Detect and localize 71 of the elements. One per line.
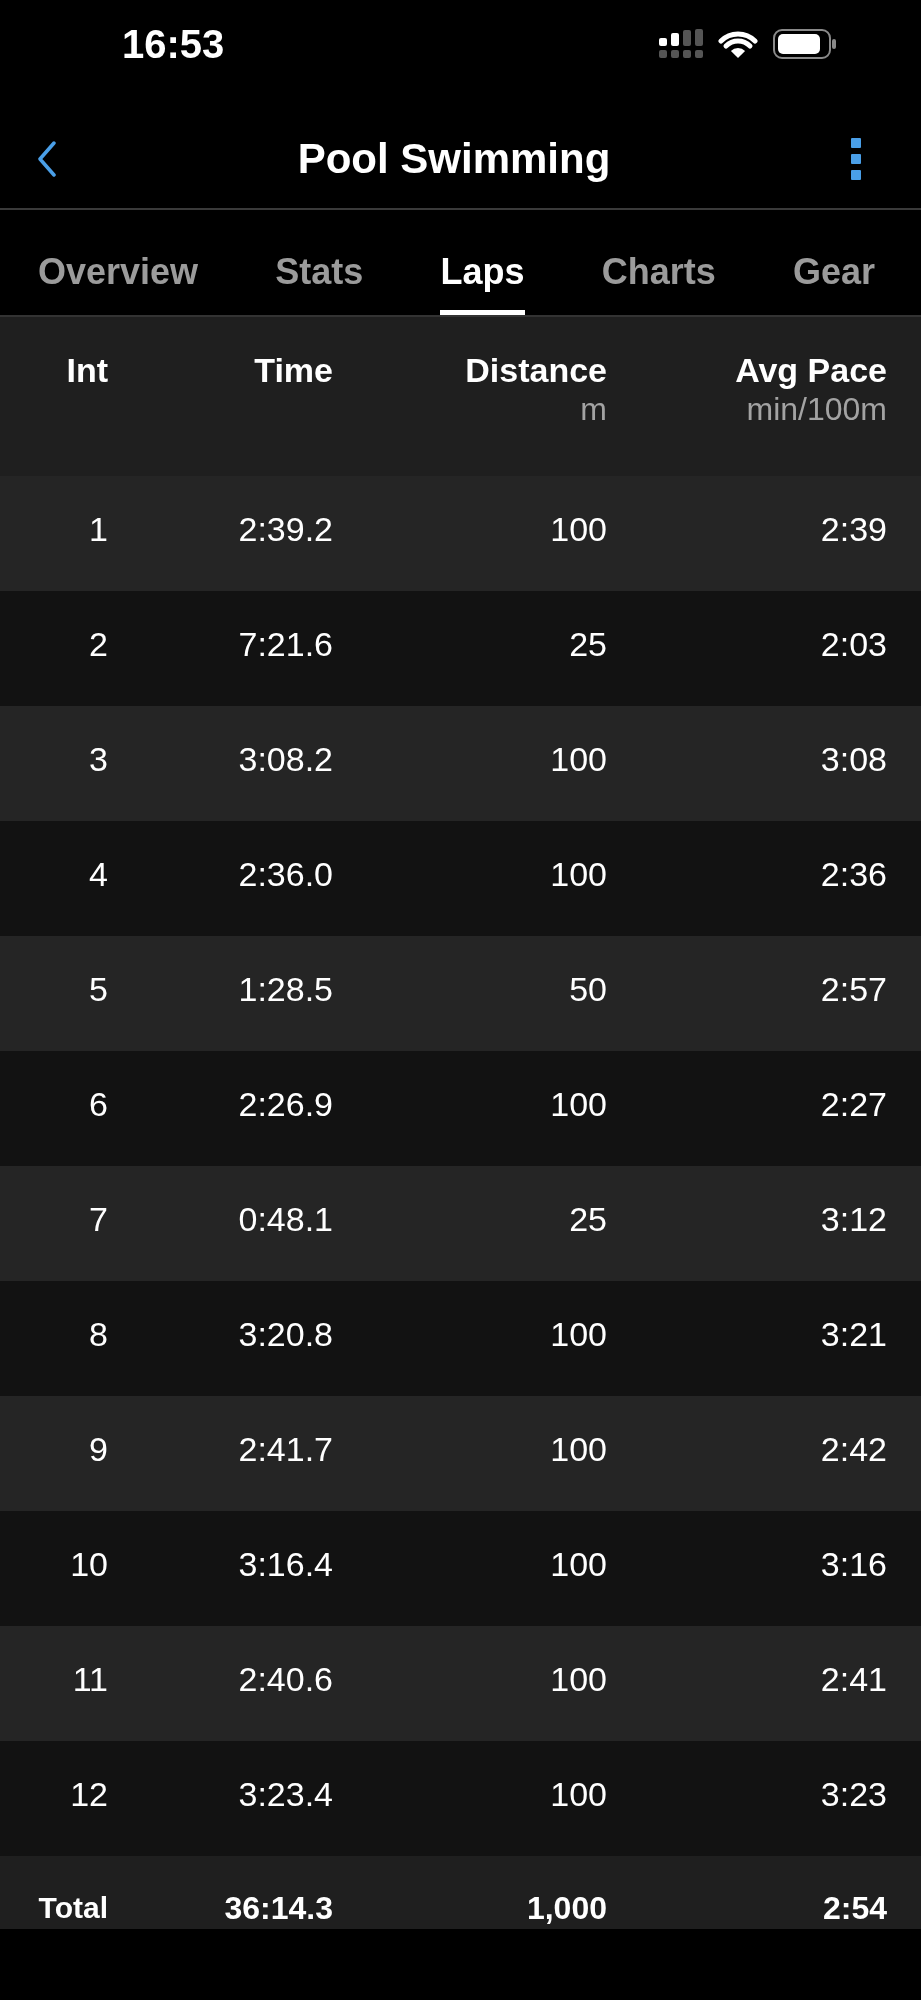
table-cell: 8 [89, 1313, 108, 1354]
table-cell: 1:28.5 [238, 968, 333, 1009]
back-icon [37, 141, 57, 177]
table-cell: 2:27 [820, 1083, 887, 1124]
back-button[interactable] [37, 141, 57, 177]
tab[interactable]: Gear [792, 251, 875, 315]
tab[interactable]: Stats [275, 251, 364, 315]
table-cell: 11 [72, 1658, 108, 1699]
table-cell: 25 [569, 1198, 607, 1239]
table-cell: 3:08 [820, 738, 887, 779]
table-cell: 2 [89, 623, 108, 664]
table-cell: 1 [89, 508, 108, 549]
table-cell: 5 [89, 968, 108, 1009]
table-cell: 3:16 [820, 1543, 887, 1584]
table-cell: 100 [550, 1543, 607, 1584]
table-cell: 3:23.4 [238, 1773, 333, 1814]
table-cell: 3:16.4 [238, 1543, 333, 1584]
table-cell: 50 [569, 968, 607, 1009]
table-cell: 3:08.2 [238, 738, 333, 779]
column-header: Avg Pace [735, 350, 887, 390]
wifi-icon [718, 29, 758, 59]
table-cell: 2:03 [820, 623, 887, 664]
column-unit: m [580, 390, 607, 428]
total-cell-text: 36:14.3 [224, 1890, 333, 1928]
table-cell: 2:39 [820, 508, 887, 549]
signal-icon [659, 29, 703, 59]
table-cell: 100 [550, 508, 607, 549]
battery-icon [773, 29, 837, 59]
table-cell: 0:48.1 [238, 1198, 333, 1239]
total-cell-text: 1,000 [526, 1890, 607, 1928]
table-cell: 3:20.8 [238, 1313, 333, 1354]
total-cell-text: 2:54 [822, 1890, 887, 1928]
table-cell: 2:42 [820, 1428, 887, 1469]
more-icon [851, 138, 861, 180]
table-cell: 2:40.6 [238, 1658, 333, 1699]
table-cell: 12 [70, 1773, 108, 1814]
table-cell: 2:57 [820, 968, 887, 1009]
table-cell: 2:36.0 [238, 853, 333, 894]
table-cell: 100 [550, 1313, 607, 1354]
table-cell: 3 [89, 738, 108, 779]
table-cell: 100 [550, 1658, 607, 1699]
column-header: Int [66, 350, 108, 390]
table-cell: 100 [550, 1773, 607, 1814]
total-cell-text: Total [38, 1890, 108, 1926]
table-cell: 2:39.2 [238, 508, 333, 549]
table-cell: 2:26.9 [238, 1083, 333, 1124]
table-cell: 3:23 [820, 1773, 887, 1814]
column-header: Time [254, 350, 333, 390]
table-cell: 3:21 [820, 1313, 887, 1354]
table-cell: 4 [89, 853, 108, 894]
tab[interactable]: Charts [601, 251, 716, 315]
table-cell: 9 [89, 1428, 108, 1469]
table-cell: 3:12 [820, 1198, 887, 1239]
column-unit: min/100m [746, 390, 887, 428]
table-cell: 10 [70, 1543, 108, 1584]
table-cell: 100 [550, 1083, 607, 1124]
table-cell: 2:36 [820, 853, 887, 894]
table-cell: 100 [550, 853, 607, 894]
more-button[interactable] [851, 138, 861, 180]
table-cell: 25 [569, 623, 607, 664]
table-cell: 100 [550, 1428, 607, 1469]
table-cell: 2:41.7 [238, 1428, 333, 1469]
status-time: 16:53 [122, 21, 225, 67]
table-cell: 7 [89, 1198, 108, 1239]
table-cell: 100 [550, 738, 607, 779]
table-cell: 2:41 [820, 1658, 887, 1699]
tab[interactable]: Overview [38, 251, 199, 315]
table-cell: 7:21.6 [238, 623, 333, 664]
screen-title: Pool Swimming [297, 134, 611, 184]
table-cell: 6 [89, 1083, 108, 1124]
column-header: Distance [465, 350, 607, 390]
